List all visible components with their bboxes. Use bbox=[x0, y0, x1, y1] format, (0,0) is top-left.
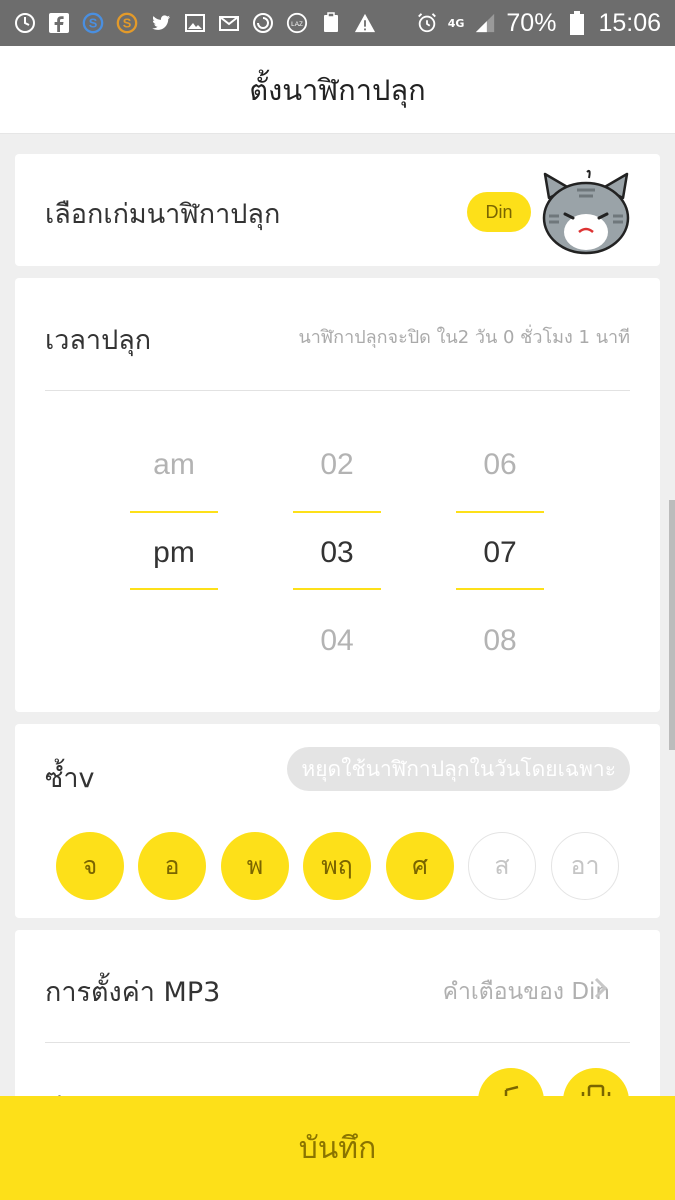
day-toggle-sat[interactable]: ส bbox=[468, 832, 536, 900]
warning-icon bbox=[354, 12, 376, 34]
battery-icon bbox=[566, 11, 588, 35]
page-title: ตั้งนาฬิกาปลุก bbox=[249, 72, 426, 107]
mp3-settings-row[interactable]: การตั้งค่า MP3 คำเตือนของ Din bbox=[15, 930, 660, 1042]
status-right: 4G 70% 15:06 bbox=[416, 9, 661, 38]
svg-text:S: S bbox=[89, 16, 98, 31]
theme-label: เลือกเก่มนาฬิกาปลุก bbox=[45, 199, 281, 230]
twitter-icon bbox=[150, 12, 172, 34]
save-button-label: บันทึก bbox=[298, 1130, 377, 1166]
minute-option-below[interactable]: 08 bbox=[456, 624, 544, 658]
hour-selected[interactable]: 03 bbox=[293, 536, 381, 570]
picker-highlight-line bbox=[456, 588, 544, 590]
save-button[interactable]: บันทึก bbox=[0, 1096, 675, 1200]
alarm-time-label: เวลาปลุก bbox=[45, 325, 152, 356]
day-toggle-thu[interactable]: พฤ bbox=[303, 832, 371, 900]
picker-highlight-line bbox=[130, 588, 218, 590]
theme-badge[interactable]: Din bbox=[467, 192, 531, 232]
hour-option-below[interactable]: 04 bbox=[293, 624, 381, 658]
status-bar: S S LAZ 4G 70% 15:06 bbox=[0, 0, 675, 46]
svg-text:LAZ: LAZ bbox=[291, 21, 303, 28]
day-toggle-mon[interactable]: จ bbox=[56, 832, 124, 900]
picker-highlight-line bbox=[130, 511, 218, 513]
gallery-icon bbox=[184, 12, 206, 34]
ampm-selected[interactable]: pm bbox=[130, 536, 218, 570]
alarm-time-section: เวลาปลุก นาฬิกาปลุกจะปิด ใน2 วัน 0 ชั่วโ… bbox=[15, 278, 660, 712]
picker-highlight-line bbox=[456, 511, 544, 513]
repeat-label: ซ้ำv bbox=[45, 763, 95, 794]
battery-percent: 70% bbox=[506, 8, 557, 37]
mp3-settings-value: คำเตือนของ Din bbox=[442, 979, 610, 1005]
theme-selector-row[interactable]: เลือกเก่มนาฬิกาปลุก Din bbox=[15, 154, 660, 266]
network-type: 4G bbox=[447, 16, 465, 30]
clock: 15:06 bbox=[598, 8, 661, 37]
svg-text:S: S bbox=[123, 16, 132, 31]
skype-icon: S bbox=[82, 12, 104, 34]
picker-highlight-line bbox=[293, 511, 381, 513]
divider bbox=[45, 1042, 630, 1043]
s-app-icon: S bbox=[116, 12, 138, 34]
ampm-picker[interactable]: am pm bbox=[130, 438, 218, 658]
mp3-settings-label: การตั้งค่า MP3 bbox=[45, 977, 221, 1008]
picker-highlight-line bbox=[293, 588, 381, 590]
app-bar: ตั้งนาฬิกาปลุก bbox=[0, 46, 675, 134]
day-toggle-sun[interactable]: อา bbox=[551, 832, 619, 900]
signal-icon bbox=[474, 12, 496, 34]
notification-icons: S S LAZ bbox=[14, 12, 416, 34]
sync-icon bbox=[252, 12, 274, 34]
minute-option-above[interactable]: 06 bbox=[456, 448, 544, 482]
minute-selected[interactable]: 07 bbox=[456, 536, 544, 570]
scrollbar[interactable] bbox=[669, 500, 675, 750]
ampm-option-above[interactable]: am bbox=[130, 448, 218, 482]
lazada-icon: LAZ bbox=[286, 12, 308, 34]
hour-picker[interactable]: 02 03 04 bbox=[293, 438, 381, 658]
divider bbox=[45, 390, 630, 391]
day-toggle-fri[interactable]: ศ bbox=[386, 832, 454, 900]
day-toggle-wed[interactable]: พ bbox=[221, 832, 289, 900]
chevron-right-icon bbox=[594, 977, 608, 999]
cat-avatar-icon[interactable] bbox=[539, 168, 633, 258]
timer-icon bbox=[14, 12, 36, 34]
hour-option-above[interactable]: 02 bbox=[293, 448, 381, 482]
skip-specific-days-button[interactable]: หยุดใช้นาฬิกาปลุกในวันโดยเฉพาะ bbox=[287, 747, 630, 791]
facebook-icon bbox=[48, 12, 70, 34]
alarm-countdown-note: นาฬิกาปลุกจะปิด ใน2 วัน 0 ชั่วโมง 1 นาที bbox=[298, 327, 630, 348]
mail-icon bbox=[218, 12, 240, 34]
alarm-clock-icon bbox=[416, 12, 438, 34]
clipboard-icon bbox=[320, 12, 342, 34]
minute-picker[interactable]: 06 07 08 bbox=[456, 438, 544, 658]
repeat-section: ซ้ำv หยุดใช้นาฬิกาปลุกในวันโดยเฉพาะ จ อ … bbox=[15, 724, 660, 918]
day-toggle-tue[interactable]: อ bbox=[138, 832, 206, 900]
